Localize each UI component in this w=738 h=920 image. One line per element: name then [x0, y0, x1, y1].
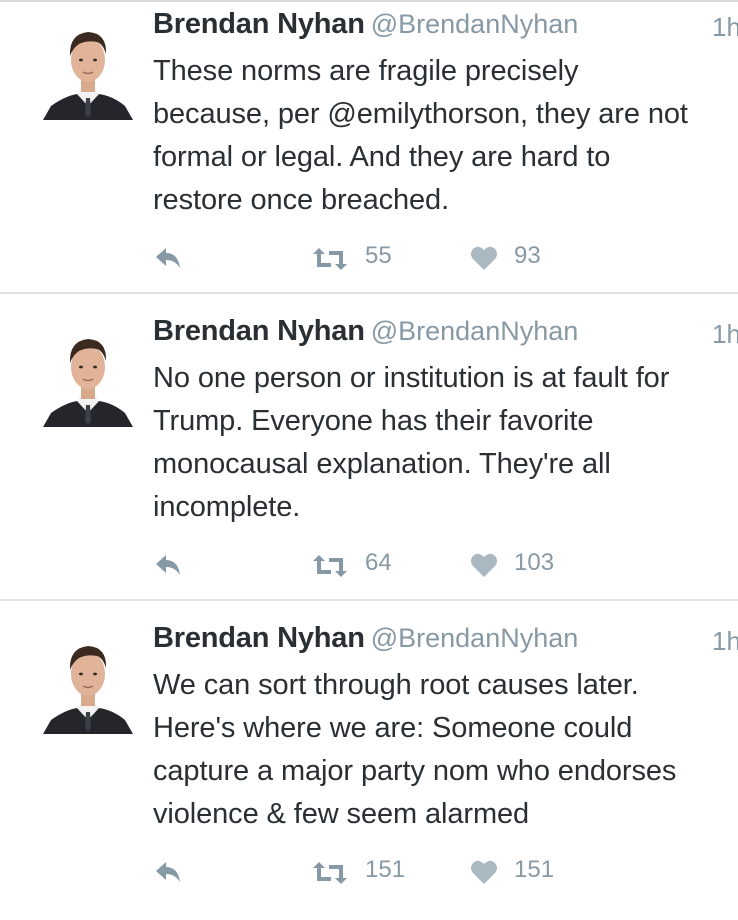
- display-name[interactable]: Brendan Nyhan: [153, 622, 365, 654]
- retweet-count: 64: [365, 549, 392, 576]
- display-name[interactable]: Brendan Nyhan: [153, 315, 365, 347]
- tweet-text: We can sort through root causes later. H…: [153, 669, 677, 830]
- tweet-header: Brendan Nyhan @BrendanNyhan: [153, 8, 738, 48]
- avatar-portrait: [43, 20, 133, 120]
- heart-icon[interactable]: [470, 552, 498, 578]
- heart-icon[interactable]: [470, 859, 498, 885]
- tweet-text: No one person or institution is at fault…: [153, 362, 670, 523]
- display-name[interactable]: Brendan Nyhan: [153, 8, 365, 40]
- tweet-header: Brendan Nyhan @BrendanNyhan: [153, 315, 738, 355]
- tweet[interactable]: Brendan Nyhan @BrendanNyhan 1h No one per…: [0, 307, 738, 613]
- tweet[interactable]: Brendan Nyhan @BrendanNyhan 1h These norm…: [0, 0, 738, 306]
- avatar-portrait: [43, 327, 133, 427]
- tweet-header: Brendan Nyhan @BrendanNyhan: [153, 622, 738, 662]
- tweet[interactable]: Brendan Nyhan @BrendanNyhan 1h We can sor…: [0, 614, 738, 920]
- timestamp[interactable]: 1h: [712, 319, 738, 350]
- avatar[interactable]: [43, 20, 133, 120]
- tweet-actions: 64 103: [153, 545, 713, 585]
- retweet-icon[interactable]: [311, 860, 349, 886]
- avatar-portrait: [43, 634, 133, 734]
- reply-icon[interactable]: [153, 858, 183, 886]
- retweet-icon[interactable]: [311, 246, 349, 272]
- retweet-icon[interactable]: [311, 553, 349, 579]
- reply-icon[interactable]: [153, 551, 183, 579]
- heart-icon[interactable]: [470, 245, 498, 271]
- avatar[interactable]: [43, 327, 133, 427]
- avatar[interactable]: [43, 634, 133, 734]
- retweet-count: 151: [365, 856, 406, 883]
- tweet-actions: 55 93: [153, 238, 713, 278]
- user-handle[interactable]: @BrendanNyhan: [371, 9, 579, 39]
- like-count: 93: [514, 242, 541, 269]
- reply-icon[interactable]: [153, 244, 183, 272]
- tweet-actions: 151 151: [153, 852, 713, 892]
- user-handle[interactable]: @BrendanNyhan: [371, 316, 579, 346]
- tweet-divider: [0, 599, 738, 601]
- like-count: 151: [514, 856, 555, 883]
- retweet-count: 55: [365, 242, 392, 269]
- timestamp[interactable]: 1h: [712, 626, 738, 657]
- timestamp[interactable]: 1h: [712, 12, 738, 43]
- tweet-divider: [0, 292, 738, 294]
- user-handle[interactable]: @BrendanNyhan: [371, 623, 579, 653]
- tweet-text: These norms are fragile precisely becaus…: [153, 55, 688, 216]
- like-count: 103: [514, 549, 555, 576]
